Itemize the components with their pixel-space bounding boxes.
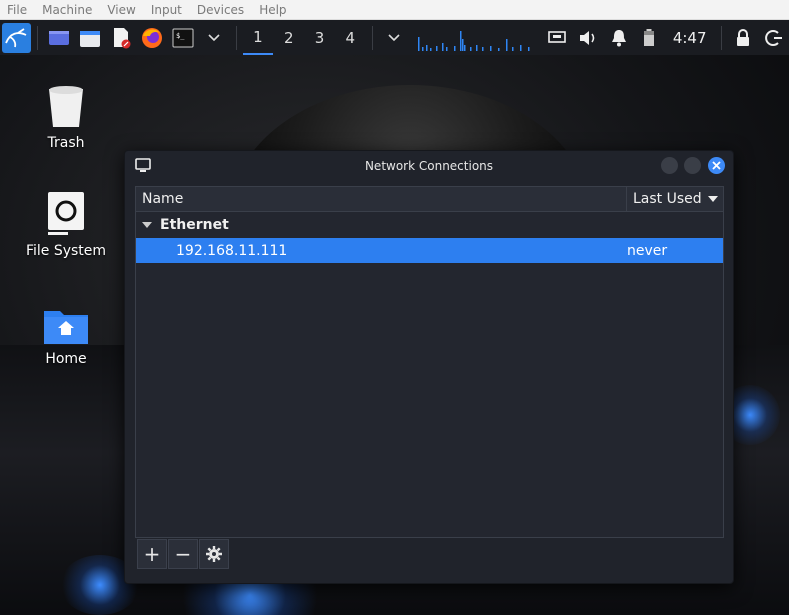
desktop-icon-label: File System [25,243,107,259]
desktop-icon-trash[interactable]: Trash [16,77,116,151]
edit-connection-button[interactable] [199,539,229,569]
connections-list[interactable]: Name Last Used Ethernet 192.168.11.111 n… [135,186,724,538]
workspace-1[interactable]: 1 [242,20,274,55]
window-title: Network Connections [364,159,494,173]
network-connections-window: Network Connections Name Last Used Ether… [124,150,734,584]
volume-icon[interactable] [572,20,603,55]
remove-connection-button[interactable]: − [168,539,198,569]
home-folder-icon [16,293,116,345]
logout-icon[interactable] [758,20,789,55]
svg-text:$_: $_ [176,32,185,40]
window-toolbar: + − [137,539,230,569]
chevron-down-icon[interactable] [381,20,408,55]
sort-down-icon [707,196,718,202]
add-connection-button[interactable]: + [137,539,167,569]
menu-input[interactable]: Input [144,3,190,17]
workspace-4[interactable]: 4 [335,20,366,55]
battery-icon [634,20,665,55]
maximize-button[interactable] [684,157,701,174]
kali-menu-icon[interactable] [2,22,31,53]
add-icon: + [143,542,161,566]
column-header-last-used-label: Last Used [633,191,702,207]
notification-icon[interactable] [603,20,634,55]
panel-separator [720,25,722,50]
desktop-icon-label: Trash [47,135,85,151]
top-panel: $_ 1 2 3 4 4:47 [0,20,789,55]
desktop-icon-label: Home [45,351,87,367]
lock-icon[interactable] [727,20,758,55]
text-editor-icon[interactable] [108,20,135,55]
network-icon[interactable] [542,20,573,55]
group-label: Ethernet [160,217,229,233]
column-header-last-used[interactable]: Last Used [627,187,723,211]
minimize-button[interactable] [661,157,678,174]
panel-separator [235,25,237,50]
panel-separator [36,25,38,50]
window-titlebar[interactable]: Network Connections [125,151,733,181]
connection-name: 192.168.11.111 [176,242,288,259]
host-menubar: File Machine View Input Devices Help [0,0,789,20]
close-button[interactable] [708,157,725,174]
menu-view[interactable]: View [100,3,143,17]
file-manager-icon[interactable] [77,20,104,55]
menu-file[interactable]: File [0,3,35,17]
panel-clock[interactable]: 4:47 [665,29,715,47]
drive-icon [16,185,116,237]
firefox-icon[interactable] [139,20,166,55]
group-row-ethernet[interactable]: Ethernet [136,212,723,238]
remove-icon: − [174,542,192,566]
menu-help[interactable]: Help [252,3,294,17]
connection-last-used: never [627,242,668,259]
trash-icon [16,77,116,129]
menu-devices[interactable]: Devices [190,3,252,17]
desktop-icon-file-system[interactable]: File System [16,185,116,259]
expand-arrow-icon [142,222,152,228]
workspace-3[interactable]: 3 [304,20,335,55]
column-header-name-label: Name [142,191,184,207]
workspace-2[interactable]: 2 [273,20,304,55]
terminal-icon[interactable]: $_ [170,20,197,55]
menu-machine[interactable]: Machine [35,3,100,17]
network-activity-graph [416,20,542,55]
desktop-icon-home[interactable]: Home [16,293,116,367]
show-desktop-icon[interactable] [46,20,73,55]
connection-row[interactable]: 192.168.11.111 never [136,238,723,263]
column-header-name[interactable]: Name [136,187,627,211]
close-icon [712,161,721,170]
gear-icon [206,546,222,562]
list-header: Name Last Used [136,187,723,212]
panel-separator [371,25,373,50]
chevron-down-icon[interactable] [201,20,228,55]
